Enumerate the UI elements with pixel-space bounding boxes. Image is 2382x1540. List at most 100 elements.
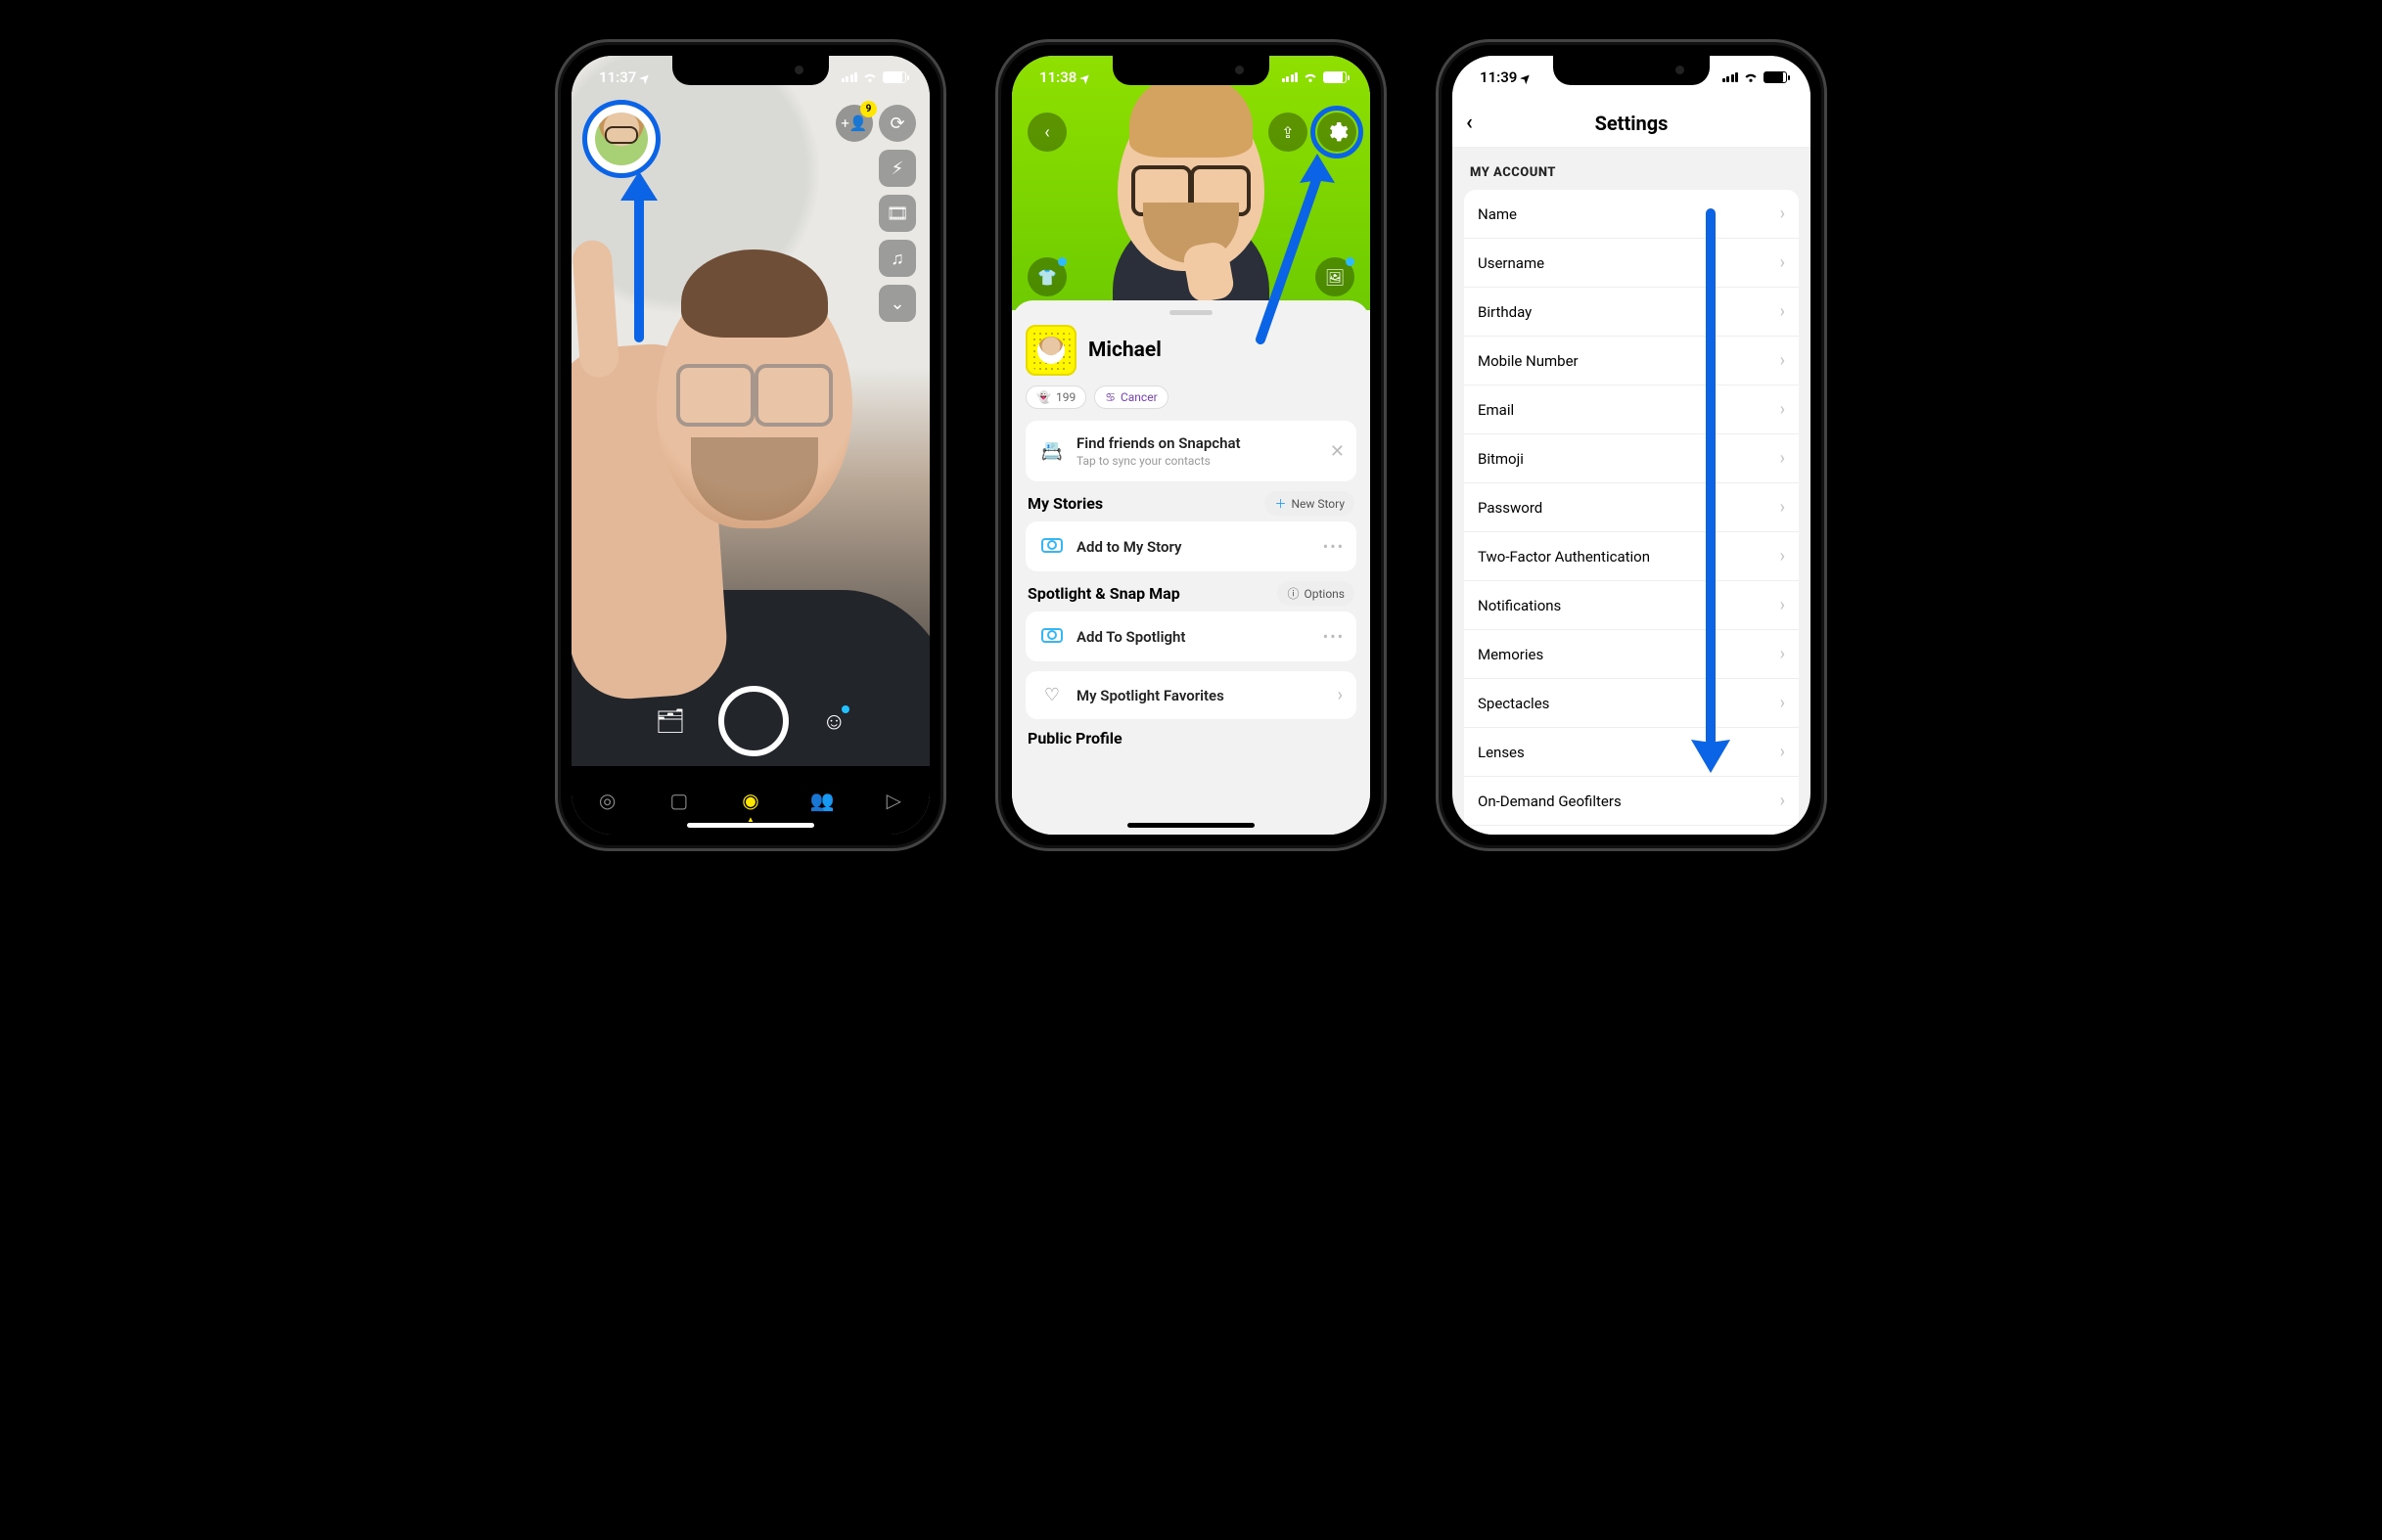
video-mode-button[interactable]: 🎞 [879, 195, 916, 232]
shutter-button[interactable] [718, 686, 789, 756]
tab-spotlight[interactable]: ▷ [872, 789, 915, 812]
settings-item-spectacles[interactable]: Spectacles › [1464, 679, 1799, 728]
settings-item-notifications[interactable]: Notifications› [1464, 581, 1799, 630]
settings-body[interactable]: MY ACCOUNT Name› Username› Birthday› Mob… [1452, 148, 1810, 835]
screen: 11:39 ‹ Settings MY ACCOUNT Name› Userna… [1452, 56, 1810, 835]
chevron-right-icon: › [1780, 546, 1785, 566]
tab-chat[interactable]: ▢ [658, 789, 701, 812]
battery-icon [883, 71, 906, 83]
chevron-right-icon: › [1780, 693, 1785, 713]
dismiss-button[interactable]: ✕ [1330, 441, 1345, 462]
status-time: 11:37 [599, 68, 636, 86]
options-button[interactable]: ⓘ Options [1277, 581, 1354, 606]
add-friends-button[interactable]: +👤 9 [836, 105, 873, 142]
my-stories-title: My Stories [1028, 494, 1103, 513]
new-dot [1058, 257, 1067, 266]
memories-button[interactable]: 🗂 [656, 707, 685, 735]
tab-camera[interactable]: ◉ [729, 789, 772, 812]
profile-sheet: Michael 👻 199 ♋︎ Cancer 📇 Find friends o… [1012, 300, 1370, 835]
highlight-ring [1310, 106, 1363, 159]
tab-map[interactable]: ◎ [586, 789, 629, 812]
camera-tool-rail: ⟳ ⚡︎ 🎞 ♫ ⌄ [879, 105, 916, 322]
settings-item-memories[interactable]: Memories › [1464, 630, 1799, 679]
add-to-spotlight-card[interactable]: Add To Spotlight ••• [1026, 611, 1356, 661]
signal-icon [1722, 72, 1739, 82]
page-title: Settings [1595, 112, 1669, 135]
new-lens-dot [842, 705, 849, 713]
snap-score-chip[interactable]: 👻 199 [1026, 385, 1086, 409]
chevron-right-icon: › [1780, 252, 1785, 273]
settings-item-mobile[interactable]: Mobile Number› [1464, 337, 1799, 385]
tab-stories[interactable]: 👥 [801, 789, 844, 812]
settings-item-email[interactable]: Email › [1464, 385, 1799, 434]
add-to-my-story-label: Add to My Story [1076, 538, 1181, 556]
phone-camera: 11:37 [555, 39, 946, 851]
settings-item-geofilters[interactable]: On-Demand Geofilters› [1464, 777, 1799, 826]
more-icon[interactable]: ••• [1323, 627, 1345, 646]
phone-settings: 11:39 ‹ Settings MY ACCOUNT Name› Userna… [1436, 39, 1827, 851]
flip-camera-button[interactable]: ⟳ [879, 105, 916, 142]
new-story-button[interactable]: ＋ New Story [1264, 491, 1354, 516]
item-label: Username [1478, 254, 1544, 272]
signal-icon [1282, 72, 1299, 82]
item-label: Email [1478, 401, 1514, 419]
settings-item-2fa[interactable]: Two-Factor Authentication› [1464, 532, 1799, 581]
home-indicator [687, 823, 814, 828]
settings-item-name[interactable]: Name› [1464, 190, 1799, 239]
settings-item-birthday[interactable]: Birthday› [1464, 288, 1799, 337]
home-indicator [1127, 823, 1255, 828]
find-friends-card[interactable]: 📇 Find friends on Snapchat Tap to sync y… [1026, 421, 1356, 481]
notch [1113, 56, 1269, 85]
item-label: On-Demand Geofilters [1478, 793, 1622, 810]
settings-list: Name› Username› Birthday› Mobile Number›… [1464, 190, 1799, 835]
back-button[interactable]: ‹ [1028, 113, 1067, 152]
item-label: Lenses [1478, 744, 1525, 761]
outfit-button[interactable]: 👕 [1028, 257, 1067, 296]
chevron-right-icon: › [1338, 685, 1343, 705]
new-dot [1346, 257, 1354, 266]
snap-score: 199 [1056, 390, 1076, 404]
snapcode[interactable] [1026, 325, 1076, 376]
capture-controls: 🗂 ☺ [572, 686, 930, 756]
settings-item-bitmoji[interactable]: Bitmoji› [1464, 434, 1799, 483]
add-friend-icon: +👤 [841, 114, 867, 132]
flash-button[interactable]: ⚡︎ [879, 150, 916, 187]
location-icon [640, 68, 650, 86]
contacts-icon: 📇 [1039, 441, 1065, 462]
profile-avatar-button[interactable] [587, 105, 656, 173]
zodiac-chip[interactable]: ♋︎ Cancer [1094, 385, 1168, 409]
back-button[interactable]: ‹ [1466, 111, 1473, 135]
spotlight-favorites-card[interactable]: ♡ My Spotlight Favorites › [1026, 671, 1356, 719]
screen: 11:37 [572, 56, 930, 835]
section-header: MY ACCOUNT [1470, 165, 1793, 180]
phone-profile: 11:38 ‹ ⇪ 👕 🖼 [995, 39, 1387, 851]
item-label: Spectacles [1478, 695, 1549, 712]
item-label: Notifications [1478, 597, 1561, 614]
signal-icon [842, 72, 858, 82]
settings-item-username[interactable]: Username › [1464, 239, 1799, 288]
add-to-spotlight-label: Add To Spotlight [1076, 628, 1185, 646]
settings-item-lenses[interactable]: Lenses› [1464, 728, 1799, 777]
plus-icon: ＋ [1274, 495, 1286, 512]
chevron-right-icon: › [1780, 399, 1785, 420]
public-profile-header: Public Profile [1028, 729, 1354, 747]
wifi-icon [862, 70, 878, 84]
settings-item-payments[interactable]: Payments› [1464, 826, 1799, 835]
zodiac-label: Cancer [1121, 390, 1158, 404]
sheet-grabber[interactable] [1169, 310, 1213, 315]
display-name: Michael [1088, 339, 1162, 362]
item-label: Birthday [1478, 303, 1532, 321]
add-friends-badge: 9 [860, 101, 877, 117]
more-icon[interactable]: ••• [1323, 537, 1345, 556]
item-label: Memories [1478, 646, 1543, 663]
add-to-my-story-card[interactable]: Add to My Story ••• [1026, 521, 1356, 571]
battery-icon [1764, 71, 1787, 83]
settings-item-password[interactable]: Password› [1464, 483, 1799, 532]
chevron-right-icon: › [1780, 644, 1785, 664]
spotlight-title: Spotlight & Snap Map [1028, 584, 1180, 603]
lenses-button[interactable]: ☺ [822, 707, 847, 736]
heart-icon: ♡ [1039, 685, 1065, 705]
music-button[interactable]: ♫ [879, 240, 916, 277]
more-tools-button[interactable]: ⌄ [879, 285, 916, 322]
camera-icon [1039, 625, 1065, 648]
